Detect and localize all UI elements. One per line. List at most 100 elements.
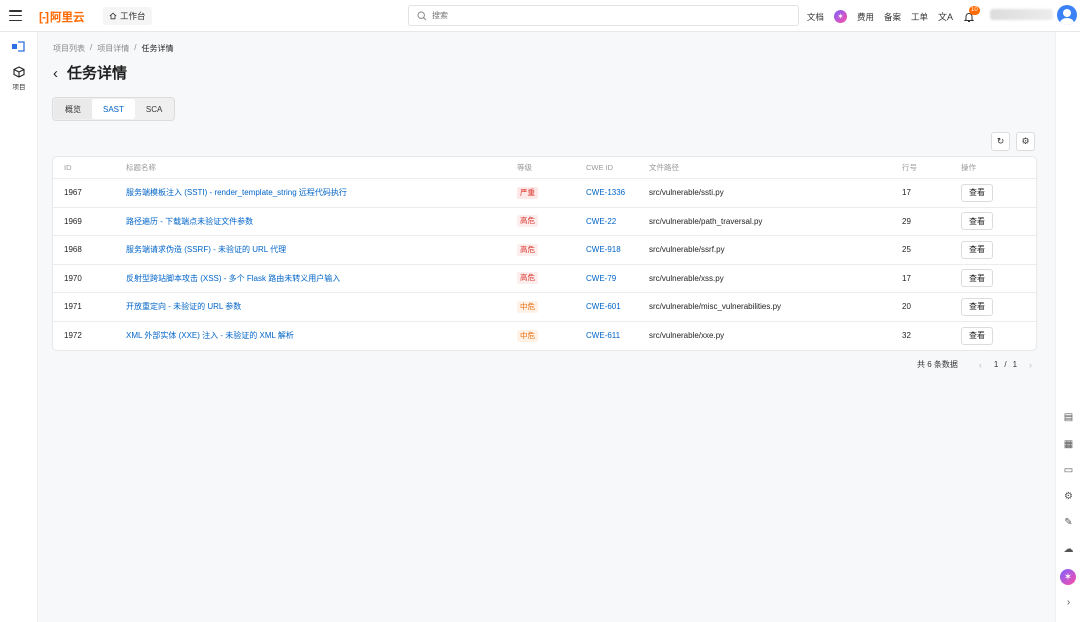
row-title-link[interactable]: 开放重定向 - 未验证的 URL 参数 [126,293,241,321]
row-path: src/vulnerable/ssrf.py [649,245,725,255]
row-action: 查看 [961,208,993,236]
view-button[interactable]: 查看 [961,269,993,288]
tab-group: 概览 SAST SCA [52,97,176,121]
total-pages: 1 [1012,360,1018,369]
current-page[interactable]: 1 [994,360,998,369]
row-line: 17 [902,188,911,198]
breadcrumb-separator: / [90,43,93,52]
docs-link[interactable]: 文档 [807,11,824,23]
search-icon [417,10,427,20]
pagination: 共 6 条数据 ‹ 1 / 1 › [917,359,1041,370]
row-path: src/vulnerable/xss.py [649,273,724,283]
row-level: 中危 [517,293,538,321]
calculator-icon[interactable]: ▦ [1062,438,1075,451]
view-button[interactable]: 查看 [961,183,993,202]
col-header-line: 行号 [902,163,917,172]
row-title-link[interactable]: 服务端请求伪造 (SSRF) - 未验证的 URL 代理 [126,236,286,264]
breadcrumb-project-detail[interactable]: 项目详情 [97,43,129,54]
row-action: 查看 [961,179,993,207]
view-button[interactable]: 查看 [961,240,993,259]
severity-badge: 中危 [517,329,538,342]
view-button[interactable]: 查看 [961,326,993,345]
logo[interactable]: [-] 阿里云 [39,9,85,25]
menu-icon[interactable] [9,10,22,21]
filing-link[interactable]: 备案 [884,11,901,23]
avatar[interactable] [1057,5,1077,25]
cube-icon [13,66,25,78]
row-cwe-link[interactable]: CWE-918 [586,236,621,264]
page-separator: / [1004,360,1007,369]
row-cwe-link[interactable]: CWE-22 [586,208,616,236]
breadcrumb-project-list[interactable]: 项目列表 [53,43,85,54]
tab-overview[interactable]: 概览 [54,99,92,119]
row-title-link[interactable]: 路径遍历 - 下载端点未验证文件参数 [126,208,253,236]
billing-link[interactable]: 费用 [857,11,874,23]
notification-count: 10 [969,5,980,15]
product-switch-icon[interactable] [12,41,25,52]
view-button[interactable]: 查看 [961,212,993,231]
row-cwe-link[interactable]: CWE-611 [586,322,620,351]
refresh-icon: ↻ [996,136,1005,146]
workbench-button[interactable]: 工作台 [103,7,152,25]
row-id: 1967 [64,188,82,198]
row-id: 1970 [64,273,82,283]
ticket-link[interactable]: 工单 [911,11,928,23]
row-id: 1972 [64,331,82,341]
next-page-icon[interactable]: › [1029,360,1032,370]
chevron-right-icon[interactable]: › [1062,596,1075,609]
image-icon[interactable]: ▭ [1062,464,1075,477]
row-id: 1969 [64,216,82,226]
severity-badge: 高危 [517,272,538,285]
col-header-title: 标题名称 [126,163,156,172]
settings-icon[interactable]: ⚙ [1062,490,1075,503]
edit-icon[interactable]: ✎ [1062,516,1075,529]
page-header: ‹ 任务详情 [53,65,127,83]
refresh-button[interactable]: ↻ [991,132,1010,151]
tab-sca[interactable]: SCA [135,99,173,119]
row-action: 查看 [961,236,993,264]
notification-bell[interactable]: 10 [963,5,980,23]
row-line: 17 [902,273,911,283]
ai-assistant-icon[interactable]: ✶ [1060,569,1076,585]
table-settings-button[interactable]: ⚙ [1016,132,1035,151]
row-path: src/vulnerable/misc_vulnerabilities.py [649,302,782,312]
row-action: 查看 [961,293,993,321]
row-line: 32 [902,331,911,341]
search-box[interactable] [408,5,799,26]
row-cwe-link[interactable]: CWE-1336 [586,179,625,207]
row-id: 1968 [64,245,82,255]
row-action: 查看 [961,322,993,351]
left-sidebar: 项目 [0,32,38,622]
right-sidebar: ▤ ▦ ▭ ⚙ ✎ ☁ ✶ › [1055,32,1080,622]
ai-assistant-icon[interactable]: ✶ [833,10,847,23]
view-button[interactable]: 查看 [961,297,993,316]
sidebar-item-projects[interactable]: 项目 [6,66,32,91]
row-cwe-link[interactable]: CWE-601 [586,293,621,321]
row-title-link[interactable]: 服务端模板注入 (SSTI) - render_template_string … [126,179,347,207]
row-path: src/vulnerable/ssti.py [649,188,724,198]
severity-badge: 高危 [517,243,538,256]
search-input[interactable] [432,11,732,20]
table-row: 1968 服务端请求伪造 (SSRF) - 未验证的 URL 代理 高危 CWE… [53,236,1036,265]
language-icon[interactable]: 文A [938,10,953,23]
row-cwe-link[interactable]: CWE-79 [586,265,616,293]
row-title-link[interactable]: 反射型跨站脚本攻击 (XSS) - 多个 Flask 路由未转义用户输入 [126,265,340,293]
col-header-path: 文件路径 [649,163,679,172]
row-line: 25 [902,245,911,255]
row-line: 20 [902,302,911,312]
row-path: src/vulnerable/path_traversal.py [649,216,763,226]
notes-icon[interactable]: ▤ [1062,411,1075,424]
table-row: 1969 路径遍历 - 下载端点未验证文件参数 高危 CWE-22 src/vu… [53,208,1036,236]
col-header-level: 等级 [517,163,532,172]
tab-sast[interactable]: SAST [92,99,135,119]
cloud-download-icon[interactable]: ☁ [1062,543,1075,556]
breadcrumb-separator: / [134,43,137,52]
row-level: 高危 [517,236,538,264]
table-row: 1970 反射型跨站脚本攻击 (XSS) - 多个 Flask 路由未转义用户输… [53,265,1036,293]
prev-page-icon[interactable]: ‹ [979,360,982,370]
back-arrow-icon[interactable]: ‹ [53,65,58,83]
row-title-link[interactable]: XML 外部实体 (XXE) 注入 - 未验证的 XML 解析 [126,322,294,351]
user-name-blurred[interactable] [990,9,1053,20]
severity-badge: 高危 [517,215,538,228]
home-icon [109,12,117,20]
